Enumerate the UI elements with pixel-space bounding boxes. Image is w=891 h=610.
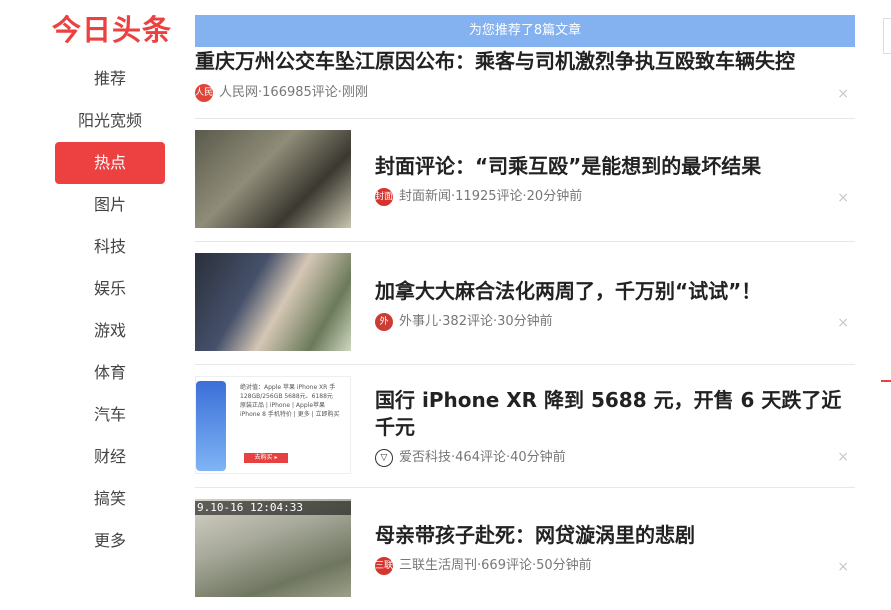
article-item[interactable]: 绝对值：Apple 苹果 iPhone XR 手 128GB/256GB 568… bbox=[195, 376, 855, 476]
article-meta: 人民 人民网 · 166985评论 · 刚刚 bbox=[195, 84, 368, 102]
article-time: 刚刚 bbox=[341, 85, 368, 100]
nav-item-video[interactable]: 阳光宽频 bbox=[55, 100, 165, 142]
nav-item-games[interactable]: 游戏 bbox=[55, 310, 165, 352]
right-panel-edge bbox=[883, 18, 891, 54]
article-item[interactable]: 重庆万州公交车坠江原因公布：乘客与司机激烈争执互殴致车辆失控 人民 人民网 · … bbox=[195, 48, 855, 118]
article-item[interactable]: 封面评论：“司乘互殴”是能想到的最坏结果 封面 封面新闻 · 11925评论 ·… bbox=[195, 130, 855, 230]
article-source[interactable]: 爱否科技 bbox=[399, 449, 451, 467]
divider bbox=[195, 118, 855, 119]
article-title[interactable]: 封面评论：“司乘互殴”是能想到的最坏结果 bbox=[375, 153, 845, 180]
phone-image bbox=[196, 381, 226, 471]
article-thumbnail[interactable] bbox=[195, 253, 351, 351]
article-source[interactable]: 三联生活周刊 bbox=[399, 557, 477, 575]
article-item[interactable]: 9.10-16 12:04:33 母亲带孩子赴死：网贷漩涡里的悲剧 三联 三联生… bbox=[195, 499, 855, 599]
article-title[interactable]: 加拿大大麻合法化两周了，千万别“试试”！ bbox=[375, 278, 845, 305]
article-title[interactable]: 母亲带孩子赴死：网贷漩涡里的悲剧 bbox=[375, 522, 845, 549]
article-thumbnail[interactable]: 9.10-16 12:04:33 bbox=[195, 499, 351, 597]
source-logo-icon: ▽ bbox=[375, 449, 393, 467]
dislike-close-icon[interactable]: × bbox=[837, 449, 849, 465]
source-logo-icon: 三联 bbox=[375, 557, 393, 575]
cctv-timestamp: 9.10-16 12:04:33 bbox=[195, 501, 351, 515]
dislike-close-icon[interactable]: × bbox=[837, 315, 849, 331]
article-time: 40分钟前 bbox=[510, 450, 566, 465]
nav-item-recommend[interactable]: 推荐 bbox=[55, 58, 165, 100]
source-logo-icon: 外 bbox=[375, 313, 393, 331]
article-comments[interactable]: 166985评论 bbox=[262, 84, 338, 102]
nav-item-funny[interactable]: 搞笑 bbox=[55, 478, 165, 520]
nav-item-cars[interactable]: 汽车 bbox=[55, 394, 165, 436]
recommend-banner: 为您推荐了8篇文章 bbox=[195, 15, 855, 47]
right-panel-marker bbox=[881, 380, 891, 382]
article-source[interactable]: 外事儿 bbox=[399, 313, 438, 331]
dislike-close-icon[interactable]: × bbox=[837, 190, 849, 206]
article-source[interactable]: 封面新闻 bbox=[399, 188, 451, 206]
article-thumbnail[interactable]: 绝对值：Apple 苹果 iPhone XR 手 128GB/256GB 568… bbox=[195, 376, 351, 474]
logo[interactable]: 今日头条 bbox=[52, 10, 172, 50]
nav-item-entertainment[interactable]: 娱乐 bbox=[55, 268, 165, 310]
article-meta: 三联 三联生活周刊 · 669评论 · 50分钟前 bbox=[375, 557, 845, 575]
divider bbox=[195, 487, 855, 488]
article-comments[interactable]: 11925评论 bbox=[455, 188, 522, 206]
nav-item-sports[interactable]: 体育 bbox=[55, 352, 165, 394]
dislike-close-icon[interactable]: × bbox=[837, 559, 849, 575]
ad-text: 绝对值：Apple 苹果 iPhone XR 手 128GB/256GB 568… bbox=[240, 384, 340, 418]
article-title[interactable]: 国行 iPhone XR 降到 5688 元，开售 6 天跌了近千元 bbox=[375, 387, 845, 441]
article-comments[interactable]: 382评论 bbox=[442, 313, 493, 331]
article-meta: ▽ 爱否科技 · 464评论 · 40分钟前 bbox=[375, 449, 845, 467]
source-logo-icon: 封面 bbox=[375, 188, 393, 206]
nav-item-more[interactable]: 更多 bbox=[55, 520, 165, 562]
ad-buy-button: 去购买 ▸ bbox=[244, 453, 288, 463]
divider bbox=[195, 241, 855, 242]
article-thumbnail[interactable] bbox=[195, 130, 351, 228]
source-logo-icon: 人民 bbox=[195, 84, 213, 102]
article-time: 50分钟前 bbox=[536, 558, 592, 573]
article-time: 20分钟前 bbox=[526, 189, 583, 204]
article-meta: 外 外事儿 · 382评论 · 30分钟前 bbox=[375, 313, 845, 331]
article-meta: 封面 封面新闻 · 11925评论 · 20分钟前 bbox=[375, 188, 845, 206]
channel-nav: 推荐 阳光宽频 热点 图片 科技 娱乐 游戏 体育 汽车 财经 搞笑 更多 bbox=[55, 58, 165, 562]
nav-item-images[interactable]: 图片 bbox=[55, 184, 165, 226]
article-item[interactable]: 加拿大大麻合法化两周了，千万别“试试”！ 外 外事儿 · 382评论 · 30分… bbox=[195, 253, 855, 353]
divider bbox=[195, 364, 855, 365]
article-time: 30分钟前 bbox=[497, 314, 553, 329]
article-title[interactable]: 重庆万州公交车坠江原因公布：乘客与司机激烈争执互殴致车辆失控 bbox=[195, 48, 795, 75]
nav-item-finance[interactable]: 财经 bbox=[55, 436, 165, 478]
nav-item-tech[interactable]: 科技 bbox=[55, 226, 165, 268]
dislike-close-icon[interactable]: × bbox=[837, 86, 849, 102]
article-comments[interactable]: 669评论 bbox=[481, 557, 532, 575]
article-source[interactable]: 人民网 bbox=[219, 84, 258, 102]
nav-item-hot[interactable]: 热点 bbox=[55, 142, 165, 184]
article-comments[interactable]: 464评论 bbox=[455, 449, 506, 467]
